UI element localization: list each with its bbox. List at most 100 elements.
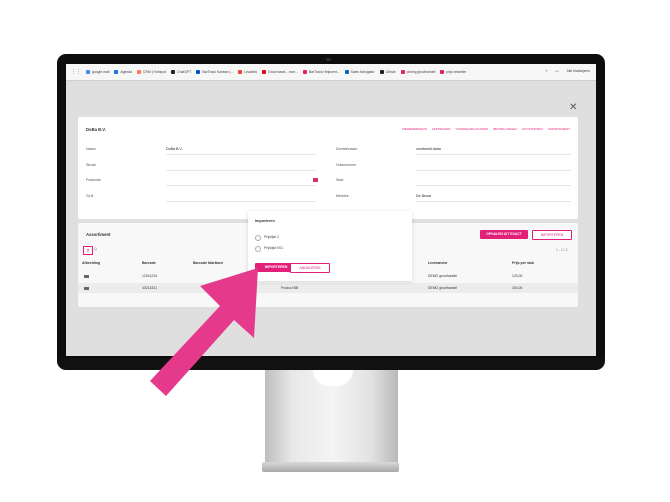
bookmark-favicon-icon <box>440 70 445 74</box>
filter-icon[interactable]: ⊽ <box>83 246 93 255</box>
col-afbeelding[interactable]: Afbeelding <box>82 261 100 265</box>
bookmark-label: BarTrack Helpcent... <box>308 70 340 74</box>
monitor-chin <box>57 358 605 370</box>
bookmark-label: ChatGPT <box>177 70 192 74</box>
product-image-icon <box>84 275 89 278</box>
radio-prijslijst-2[interactable] <box>255 235 261 241</box>
domeinnaam-label: Domeinnaam <box>336 147 358 151</box>
stad-field[interactable] <box>416 185 571 186</box>
import-modal: Importeren Prijslijst 2 Prijslijst 001 I… <box>248 211 412 281</box>
close-icon[interactable]: ✕ <box>569 102 577 113</box>
bookmark-item[interactable]: Sales Navigator <box>344 70 375 74</box>
stand-base <box>262 462 399 472</box>
bookmark-label: pricing groothandel <box>406 70 436 74</box>
tab-afspraken[interactable]: AFSPRAKEN <box>432 127 451 131</box>
bookmark-item[interactable]: BarTrack Helpcent... <box>302 70 340 74</box>
bookmark-favicon-icon <box>171 70 176 74</box>
tab-assortiment[interactable]: ASSORTIMENT <box>548 127 570 131</box>
bookmark-item[interactable]: Exact basis - over... <box>262 70 298 74</box>
bookmark-item[interactable]: google.mail <box>86 70 109 74</box>
bookmark-label: Leadinfo <box>244 70 258 74</box>
product-image-icon <box>84 287 89 290</box>
bookmark-favicon-icon <box>302 70 307 74</box>
company-name: DoBa B.V. <box>86 127 106 132</box>
naam-value[interactable]: DoBa B.V. <box>166 147 182 151</box>
naam-underline <box>166 154 316 155</box>
merkles-value[interactable]: De Beuar <box>416 194 431 198</box>
bookmark-label: Github <box>385 70 396 74</box>
company-form-card: DoBa B.V. MEDEWERKERS AFSPRAKEN VOORRAADLO… <box>78 117 578 219</box>
bookmark-bar: ⋮⋮ google.mail Agenda CRM | Hubspot ChatGPT… <box>66 64 596 81</box>
gln-field[interactable] <box>166 201 316 202</box>
merkles-label: Merkles <box>336 194 349 198</box>
option-label[interactable]: Prijslijst 2 <box>264 235 279 239</box>
bookmark-label: Agenda <box>120 70 133 74</box>
merkles-underline <box>416 201 571 202</box>
bookmark-label: Exact basis - over... <box>268 70 298 74</box>
row-supplier: DEMO groothandel <box>428 274 458 278</box>
bookmark-item[interactable]: CRM | Hubspot <box>137 70 166 74</box>
bookmark-item[interactable]: ChatGPT <box>171 70 191 74</box>
bookmark-favicon-icon <box>262 70 267 74</box>
domeinnaam-underline <box>416 154 571 155</box>
col-barcode-fabrikant[interactable]: Barcode fabrikant <box>193 261 223 265</box>
option-label[interactable]: Prijslijst 001 <box>264 246 283 250</box>
bookmark-item[interactable]: pricing groothandel <box>400 70 436 74</box>
row-supplier: DEMO groothandel <box>428 286 458 290</box>
pagination-text: 1 - 2 / 2 <box>556 248 568 252</box>
bookmark-favicon-icon <box>400 70 405 74</box>
bookmarks-more-button[interactable]: » <box>546 69 548 73</box>
bookmark-item[interactable]: prijs bestelier <box>440 70 466 74</box>
postcode-label: Postcode <box>86 178 101 182</box>
postcode-field[interactable] <box>166 185 316 186</box>
tab-activiteiten[interactable]: ACTIVITEITEN <box>522 127 543 131</box>
row-price: 160,00 <box>512 286 523 290</box>
tab-voorraadlocaties[interactable]: VOORRAADLOCATIES <box>456 127 489 131</box>
ophalen-uit-exact-button[interactable]: OPHALEN UIT EXACT <box>480 230 528 239</box>
importeren-button[interactable]: IMPORTEREN <box>532 230 572 240</box>
arrow-shape <box>150 268 258 396</box>
radio-prijslijst-001[interactable] <box>255 246 261 252</box>
all-bookmarks-link[interactable]: Alle bladwijzers <box>567 69 590 73</box>
country-flag-icon[interactable] <box>313 178 318 182</box>
bookmark-label: google.mail <box>92 70 110 74</box>
screen: ⋮⋮ google.mail Agenda CRM | Hubspot ChatGPT… <box>66 64 596 356</box>
row-product: Product BB <box>281 286 299 290</box>
modal-cancel-button[interactable]: ANNULEREN <box>290 263 330 273</box>
camera-icon <box>326 58 331 61</box>
bookmark-item[interactable]: BarTrack Kanban |... <box>196 70 233 74</box>
bookmark-label: Sales Navigator <box>350 70 375 74</box>
search-icon[interactable]: Q <box>94 247 97 251</box>
straat-label: Straat <box>86 163 96 167</box>
folder-icon: ▭ <box>555 69 559 73</box>
tab-medewerkers[interactable]: MEDEWERKERS <box>402 127 427 131</box>
bookmark-item[interactable]: Github <box>379 70 396 74</box>
modal-title: Importeren <box>255 219 275 223</box>
bookmark-favicon-icon <box>137 70 142 74</box>
gln-label: GLN <box>86 194 94 198</box>
domeinnaam-value[interactable]: voorbeeld.doba <box>416 147 441 151</box>
bookmark-favicon-icon <box>114 70 119 74</box>
col-barcode[interactable]: Barcode <box>142 261 156 265</box>
stad-label: Stad <box>336 178 344 182</box>
straat-field[interactable] <box>166 170 316 171</box>
huisnummer-field[interactable] <box>416 170 571 171</box>
bookmark-item[interactable]: Leadinfo <box>238 70 257 74</box>
huisnummer-label: Huisnummer <box>336 163 357 167</box>
modal-backdrop[interactable]: ✕ DoBa B.V. MEDEWERKERS AFSPRAKEN VOORRAAD… <box>66 80 596 356</box>
detail-tabs: MEDEWERKERS AFSPRAKEN VOORRAADLOCATIES BEST… <box>402 127 570 131</box>
tab-bestellingen[interactable]: BESTELLINGEN <box>493 127 516 131</box>
bookmark-favicon-icon <box>238 70 243 74</box>
bookmark-item[interactable]: Agenda <box>114 70 132 74</box>
col-prijs-per-stuk[interactable]: Prijs per stuk <box>512 261 534 265</box>
apps-grid-icon[interactable]: ⋮⋮ <box>71 69 81 75</box>
bookmark-favicon-icon <box>86 70 90 74</box>
row-price: 120,00 <box>512 274 523 278</box>
naam-label: Naam <box>86 147 96 151</box>
bookmark-favicon-icon <box>196 70 201 74</box>
bookmark-favicon-icon <box>379 70 384 74</box>
col-leverancier[interactable]: Leverancier <box>428 261 448 265</box>
bookmark-label: BarTrack Kanban |... <box>202 70 234 74</box>
bookmark-label: CRM | Hubspot <box>143 70 167 74</box>
bookmark-favicon-icon <box>344 70 349 74</box>
